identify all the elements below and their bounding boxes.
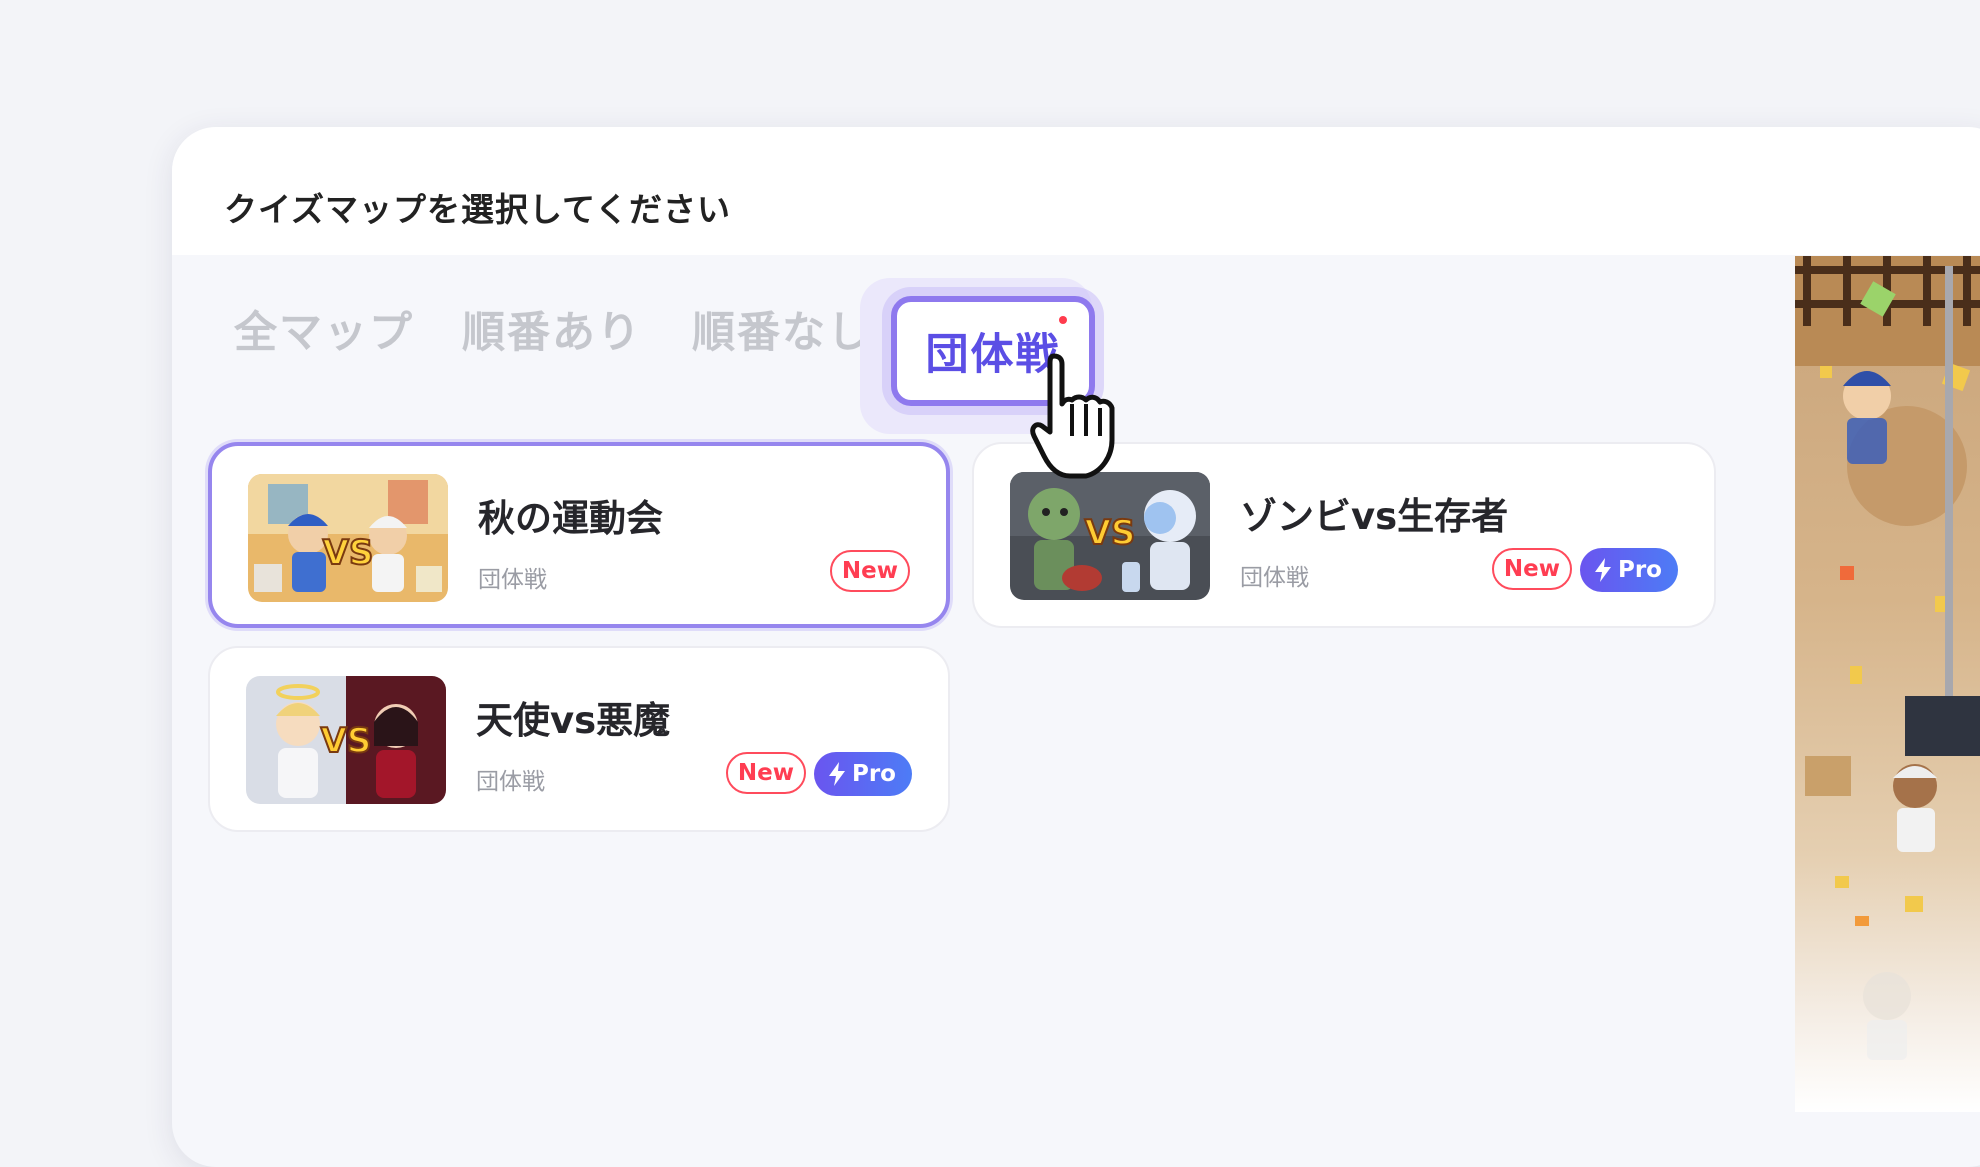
- map-thumbnail: VS: [248, 474, 448, 602]
- new-badge: New: [829, 550, 910, 592]
- thumbnail-vs-text: VS: [321, 721, 372, 761]
- thumbnail-vs-text: VS: [323, 533, 374, 573]
- map-title: 天使vs悪魔: [476, 699, 671, 742]
- map-title: ゾンビvs生存者: [1240, 495, 1509, 538]
- tab-unordered[interactable]: 順番なし: [692, 298, 872, 360]
- thumbnail-vs-text: VS: [1085, 513, 1136, 553]
- new-badge: New: [1491, 548, 1572, 590]
- lightning-icon: [1594, 558, 1611, 582]
- pro-badge: Pro: [813, 752, 912, 796]
- panel-header: クイズマップを選択してください: [172, 127, 1980, 255]
- tab-ordered[interactable]: 順番あり: [462, 298, 642, 360]
- pro-badge-label: Pro: [1617, 557, 1662, 583]
- map-category: 団体戦: [476, 769, 545, 795]
- map-title: 秋の運動会: [478, 497, 663, 540]
- lightning-icon: [828, 762, 845, 786]
- tab-all-maps[interactable]: 全マップ: [234, 298, 414, 360]
- badge-group: New Pro: [725, 752, 912, 796]
- map-thumbnail: VS: [1010, 472, 1210, 600]
- notification-dot: [1059, 316, 1067, 324]
- map-preview-image: [1795, 256, 1980, 1112]
- pro-badge: Pro: [1579, 548, 1678, 592]
- map-card-autumn-sports[interactable]: VS 秋の運動会 団体戦 New: [208, 442, 950, 628]
- map-category: 団体戦: [478, 567, 547, 593]
- map-category: 団体戦: [1240, 565, 1309, 591]
- map-card-angel-vs-devil[interactable]: VS 天使vs悪魔 団体戦 New Pro: [208, 646, 950, 832]
- pro-badge-label: Pro: [851, 761, 896, 787]
- badge-group: New: [829, 550, 910, 592]
- badge-group: New Pro: [1491, 548, 1678, 592]
- page-title: クイズマップを選択してください: [224, 190, 732, 229]
- pointer-hand-icon: [1030, 353, 1115, 479]
- new-badge: New: [725, 752, 806, 794]
- map-thumbnail: VS: [246, 676, 446, 804]
